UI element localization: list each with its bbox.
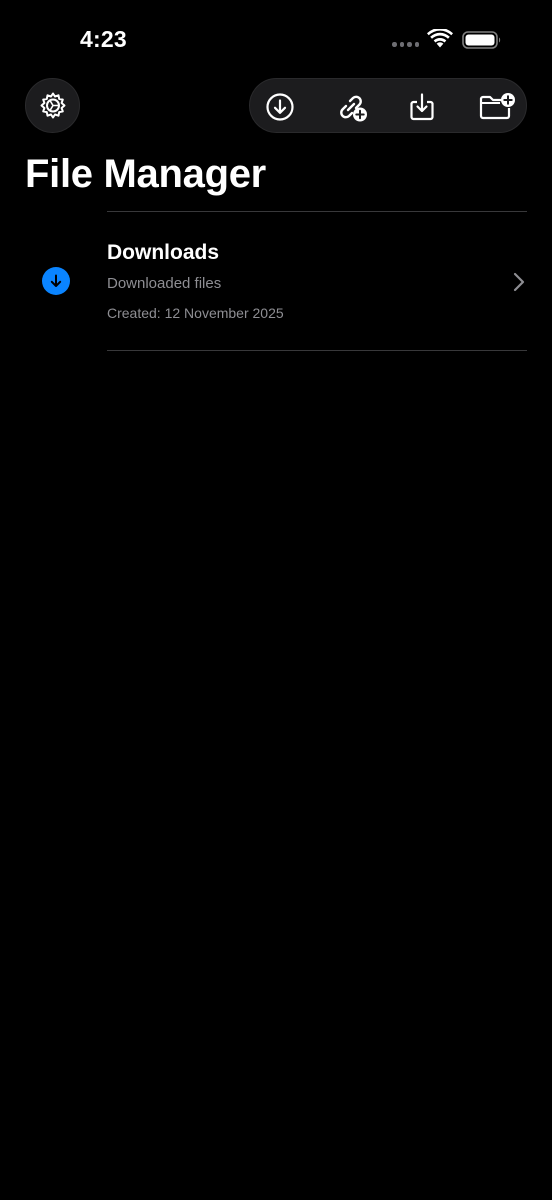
cellular-signal-icon (392, 42, 419, 47)
page-title: File Manager (25, 152, 266, 196)
status-time: 4:23 (80, 26, 127, 52)
import-button[interactable] (397, 79, 447, 134)
folder-title: Downloads (107, 241, 220, 264)
status-bar: 4:23 (0, 0, 552, 80)
import-tray-icon (410, 92, 434, 120)
chevron-right-icon (513, 272, 525, 292)
folder-item-downloads[interactable]: Downloads Downloaded files Created: 12 N… (0, 212, 552, 350)
battery-icon (462, 31, 501, 49)
download-circle-icon (266, 92, 294, 121)
add-link-button[interactable] (327, 79, 377, 134)
folder-subtitle: Downloaded files (107, 275, 222, 292)
new-folder-button[interactable] (472, 79, 522, 134)
toolbar (249, 78, 527, 133)
settings-button[interactable] (25, 78, 80, 133)
list-divider (107, 350, 527, 351)
gear-icon (40, 92, 65, 118)
folder-add-icon (479, 92, 515, 119)
screen: 4:23 File Manager Downloads Downloaded f… (0, 0, 552, 1200)
wifi-icon (427, 29, 453, 48)
link-add-icon (340, 95, 367, 121)
download-arrow-icon (42, 267, 70, 295)
folder-created-date: Created: 12 November 2025 (107, 305, 284, 321)
download-button[interactable] (255, 79, 305, 134)
